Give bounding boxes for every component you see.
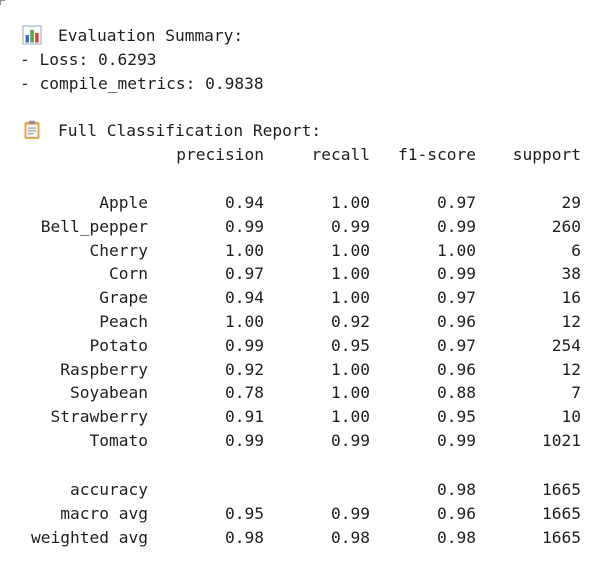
cell-support: 6 bbox=[571, 241, 581, 260]
cell-f1: 0.96 bbox=[437, 312, 476, 331]
cell-support: 12 bbox=[561, 360, 582, 379]
cell-support: 254 bbox=[551, 336, 581, 355]
cell-support: 38 bbox=[561, 264, 582, 283]
cell-support: 1021 bbox=[542, 431, 581, 450]
cell-precision: 0.98 bbox=[225, 528, 264, 547]
cell-precision: 0.99 bbox=[225, 431, 264, 450]
header-f1-score: f1-score bbox=[398, 145, 476, 164]
cell-precision bbox=[160, 480, 264, 500]
compile-metrics-line: - compile_metrics: 0.9838 bbox=[20, 74, 264, 93]
cell-f1: 0.97 bbox=[437, 193, 476, 212]
cell-recall: 0.98 bbox=[331, 528, 370, 547]
cell-recall: 1.00 bbox=[331, 360, 370, 379]
cell-f1: 0.99 bbox=[437, 264, 476, 283]
cell-precision: 0.91 bbox=[225, 407, 264, 426]
cell-support: 29 bbox=[561, 193, 582, 212]
cell-f1: 0.96 bbox=[437, 504, 476, 523]
header-recall: recall bbox=[311, 145, 370, 164]
cell-precision: 0.99 bbox=[225, 217, 264, 236]
cell-recall: 0.92 bbox=[331, 312, 370, 331]
cell-precision: 1.00 bbox=[225, 312, 264, 331]
cell-label: Bell_pepper bbox=[40, 217, 148, 236]
cell-support: 1665 bbox=[542, 480, 581, 499]
cell-support: 260 bbox=[551, 217, 581, 236]
cell-label: Tomato bbox=[89, 431, 148, 450]
cell-f1: 0.97 bbox=[437, 336, 476, 355]
cell-label: Potato bbox=[89, 336, 148, 355]
cell-label: Soyabean bbox=[70, 383, 148, 402]
cell-support: 1665 bbox=[542, 504, 581, 523]
cell-recall: 0.99 bbox=[331, 504, 370, 523]
header-precision: precision bbox=[176, 145, 264, 164]
cell-label: Cherry bbox=[89, 241, 148, 260]
cell-precision: 0.94 bbox=[225, 193, 264, 212]
cell-f1: 0.98 bbox=[437, 528, 476, 547]
cell-f1: 0.99 bbox=[437, 217, 476, 236]
cell-precision: 0.92 bbox=[225, 360, 264, 379]
cell-precision: 0.94 bbox=[225, 288, 264, 307]
cell-support: 1665 bbox=[542, 528, 581, 547]
header-support: support bbox=[512, 145, 581, 164]
corner-mark bbox=[0, 0, 5, 5]
clipboard-icon bbox=[22, 120, 42, 140]
cell-label: accuracy bbox=[70, 480, 148, 499]
cell-recall: 1.00 bbox=[331, 241, 370, 260]
cell-f1: 0.99 bbox=[437, 431, 476, 450]
cell-precision: 0.95 bbox=[225, 504, 264, 523]
cell-f1: 0.88 bbox=[437, 383, 476, 402]
cell-support: 7 bbox=[571, 383, 581, 402]
cell-recall: 1.00 bbox=[331, 383, 370, 402]
cell-label: Corn bbox=[109, 264, 148, 283]
loss-line: - Loss: 0.6293 bbox=[20, 50, 157, 69]
cell-f1: 1.00 bbox=[437, 241, 476, 260]
cell-label: Peach bbox=[99, 312, 148, 331]
cell-f1: 0.96 bbox=[437, 360, 476, 379]
cell-precision: 1.00 bbox=[225, 241, 264, 260]
cell-recall bbox=[290, 480, 370, 500]
cell-label: macro avg bbox=[60, 504, 148, 523]
cell-label: Raspberry bbox=[60, 360, 148, 379]
cell-label: weighted avg bbox=[31, 528, 148, 547]
cell-label: Strawberry bbox=[50, 407, 148, 426]
cell-recall: 1.00 bbox=[331, 407, 370, 426]
cell-recall: 0.99 bbox=[331, 431, 370, 450]
cell-recall: 1.00 bbox=[331, 193, 370, 212]
cell-f1: 0.97 bbox=[437, 288, 476, 307]
cell-f1: 0.95 bbox=[437, 407, 476, 426]
cell-f1: 0.98 bbox=[437, 480, 476, 499]
cell-precision: 0.78 bbox=[225, 383, 264, 402]
summary-title: Evaluation Summary: bbox=[58, 26, 244, 45]
cell-support: 16 bbox=[561, 288, 582, 307]
cell-recall: 1.00 bbox=[331, 264, 370, 283]
report-title: Full Classification Report: bbox=[58, 121, 322, 140]
cell-support: 12 bbox=[561, 312, 582, 331]
cell-support: 10 bbox=[561, 407, 582, 426]
cell-label: Grape bbox=[99, 288, 148, 307]
cell-label: Apple bbox=[99, 193, 148, 212]
cell-recall: 0.95 bbox=[331, 336, 370, 355]
cell-precision: 0.97 bbox=[225, 264, 264, 283]
cell-recall: 1.00 bbox=[331, 288, 370, 307]
cell-precision: 0.99 bbox=[225, 336, 264, 355]
bar-chart-icon bbox=[22, 25, 42, 45]
cell-recall: 0.99 bbox=[331, 217, 370, 236]
